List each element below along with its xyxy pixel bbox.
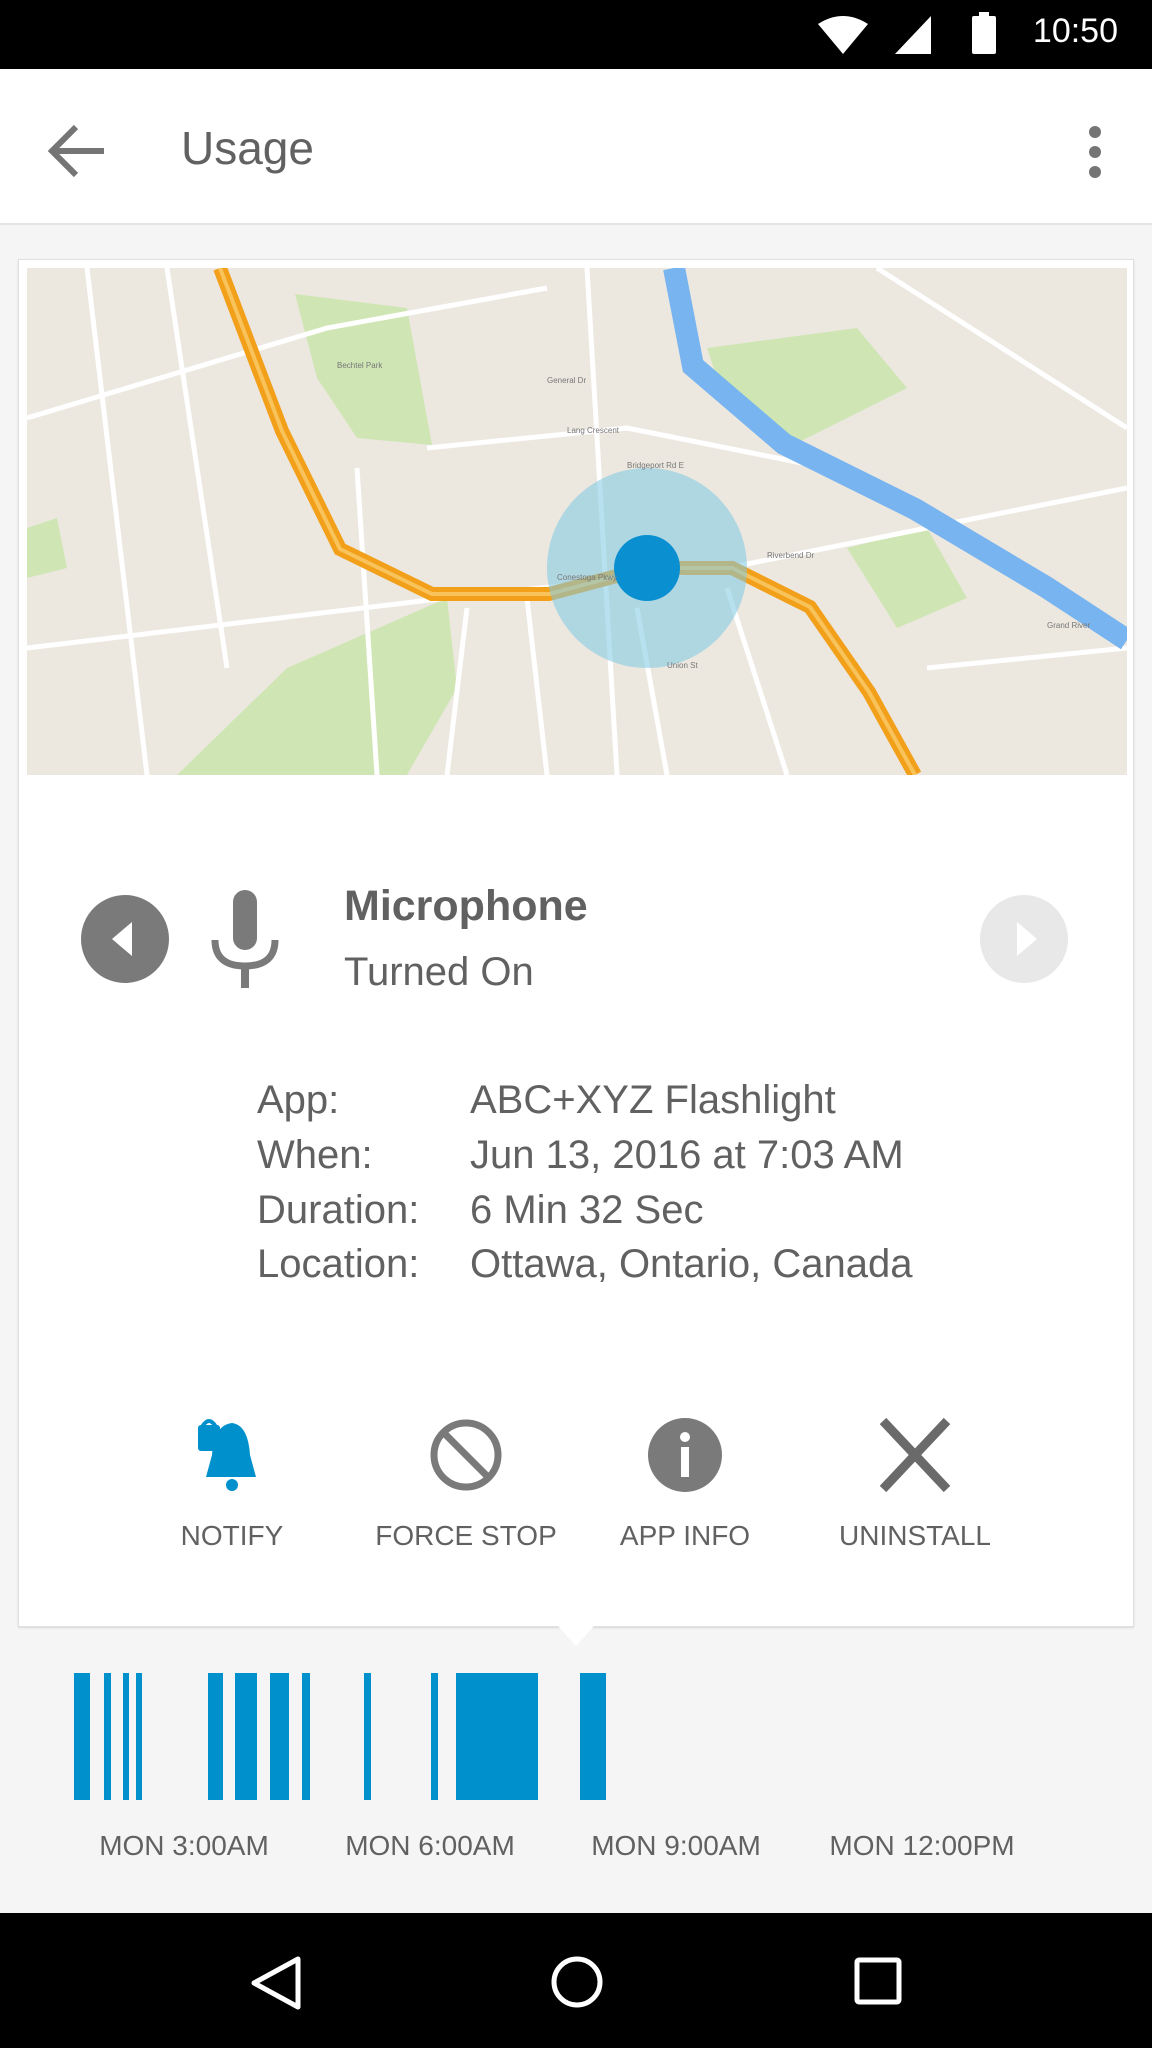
app-bar: Usage bbox=[0, 69, 1152, 225]
usage-event-bar[interactable] bbox=[103, 1673, 111, 1800]
usage-event-bar[interactable] bbox=[207, 1673, 224, 1800]
action-label: FORCE STOP bbox=[375, 1520, 557, 1551]
map-label: Lang Crescent bbox=[567, 426, 620, 435]
location-marker[interactable] bbox=[614, 535, 680, 601]
park-area bbox=[707, 328, 907, 448]
location-map[interactable]: Bridgeport Rd E Grand River Conestoga Pk… bbox=[27, 268, 1127, 775]
permission-state: Turned On bbox=[344, 950, 534, 994]
usage-event-bar[interactable] bbox=[135, 1673, 143, 1800]
action-label: NOTIFY bbox=[180, 1520, 284, 1551]
detail-value: Ottawa, Ontario, Canada bbox=[470, 1242, 913, 1286]
usage-event-bar[interactable] bbox=[456, 1673, 539, 1800]
usage-event-bar[interactable] bbox=[123, 1673, 130, 1800]
usage-event-bar[interactable] bbox=[74, 1673, 90, 1800]
next-button[interactable] bbox=[979, 894, 1069, 984]
microphone-icon bbox=[211, 890, 279, 988]
action-label: UNINSTALL bbox=[839, 1520, 991, 1551]
detail-row-location: Location: Ottawa, Ontario, Canada bbox=[257, 1242, 912, 1287]
park-area bbox=[27, 518, 67, 578]
map-label: Grand River bbox=[1047, 621, 1090, 630]
map-label: Bechtel Park bbox=[337, 361, 383, 370]
map-label: Riverbend Dr bbox=[767, 551, 814, 560]
previous-button[interactable] bbox=[80, 894, 170, 984]
usage-event-bar[interactable] bbox=[580, 1673, 607, 1800]
battery-icon bbox=[972, 12, 996, 54]
status-bar: 10:50 bbox=[0, 0, 1152, 69]
clock: 10:50 bbox=[1032, 12, 1118, 50]
map-label: Bridgeport Rd E bbox=[627, 461, 684, 470]
usage-card: Bridgeport Rd E Grand River Conestoga Pk… bbox=[18, 259, 1134, 1627]
detail-row-app: App: ABC+XYZ Flashlight bbox=[257, 1078, 836, 1123]
detail-label: When: bbox=[257, 1133, 373, 1177]
action-label: APP INFO bbox=[619, 1520, 751, 1551]
detail-label: Location: bbox=[257, 1242, 420, 1286]
detail-value: ABC+XYZ Flashlight bbox=[470, 1078, 836, 1122]
close-icon bbox=[879, 1417, 951, 1493]
nav-home-icon[interactable] bbox=[550, 1955, 604, 2009]
notification-bell-lock-icon bbox=[198, 1419, 256, 1491]
timeline-label: MON 9:00AM bbox=[591, 1830, 761, 1861]
map-label: Union St bbox=[667, 661, 698, 670]
park-area bbox=[847, 528, 967, 628]
detail-label: Duration: bbox=[257, 1188, 420, 1232]
map-label: Conestoga Pkwy bbox=[557, 573, 617, 582]
usage-event-bar[interactable] bbox=[302, 1673, 311, 1800]
detail-row-duration: Duration: 6 Min 32 Sec bbox=[257, 1188, 703, 1233]
timeline-label: MON 12:00PM bbox=[829, 1830, 1015, 1861]
nav-back-icon[interactable] bbox=[250, 1955, 302, 2011]
navigation-bar bbox=[0, 1913, 1152, 2048]
usage-event-bar[interactable] bbox=[234, 1673, 257, 1800]
timeline-label: MON 6:00AM bbox=[345, 1830, 515, 1861]
more-vert-icon[interactable] bbox=[1085, 124, 1105, 180]
page-title: Usage bbox=[181, 122, 314, 174]
usage-event-bar[interactable] bbox=[430, 1673, 439, 1800]
usage-event-bar[interactable] bbox=[364, 1673, 371, 1800]
arrow-back-icon[interactable] bbox=[46, 123, 106, 179]
cell-signal-icon bbox=[895, 16, 931, 54]
info-icon bbox=[648, 1418, 722, 1492]
detail-label: App: bbox=[257, 1078, 340, 1122]
map-label: General Dr bbox=[547, 376, 586, 385]
permission-name: Microphone bbox=[344, 882, 588, 930]
detail-value: 6 Min 32 Sec bbox=[470, 1188, 704, 1232]
usage-event-bar[interactable] bbox=[270, 1673, 289, 1800]
timeline-label: MON 3:00AM bbox=[99, 1830, 269, 1861]
detail-row-when: When: Jun 13, 2016 at 7:03 AM bbox=[257, 1133, 904, 1178]
block-icon bbox=[430, 1419, 502, 1491]
nav-recents-icon[interactable] bbox=[854, 1957, 902, 2005]
detail-value: Jun 13, 2016 at 7:03 AM bbox=[470, 1133, 904, 1177]
usage-timeline[interactable]: MON 3:00AM MON 6:00AM MON 9:00AM MON 12:… bbox=[0, 1640, 1152, 1910]
wifi-icon bbox=[818, 16, 868, 54]
